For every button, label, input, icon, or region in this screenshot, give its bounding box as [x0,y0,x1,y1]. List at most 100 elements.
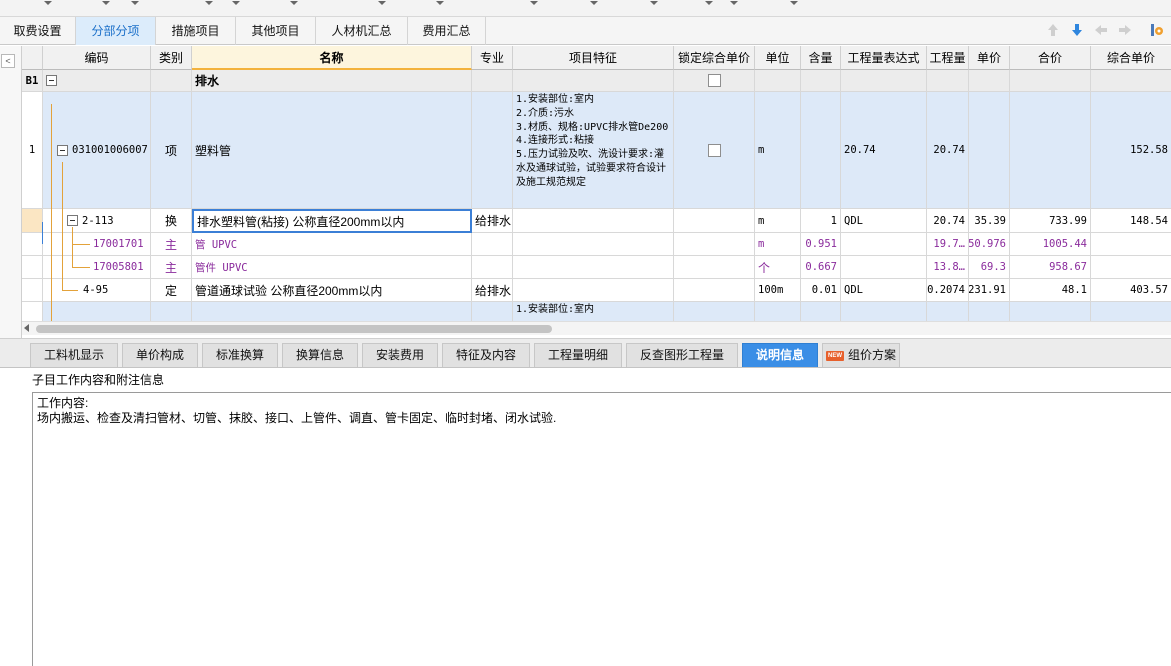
features-cell[interactable] [513,279,674,302]
dropdown-caret-icon[interactable] [530,1,538,5]
tab-features-content[interactable]: 特征及内容 [442,343,530,367]
locked-price-cell[interactable] [674,279,755,302]
header-code[interactable]: 编码 [43,46,151,70]
name-cell[interactable]: 排水塑料管(粘接) 公称直径200mm以内 [192,209,472,233]
unit-cell[interactable]: 个 [755,256,801,279]
expression-cell[interactable] [841,70,927,92]
features-cell[interactable] [513,256,674,279]
features-cell[interactable] [513,233,674,256]
content-cell[interactable] [801,70,841,92]
dropdown-caret-icon[interactable] [705,1,713,5]
quantity-cell[interactable]: 0.2074 [927,279,969,302]
total-price-cell[interactable] [1010,92,1091,209]
header-quantity[interactable]: 工程量 [927,46,969,70]
tab-sub-items[interactable]: 分部分项 [76,17,156,45]
content-cell[interactable] [801,92,841,209]
unit-cell[interactable]: m [755,233,801,256]
total-price-cell[interactable] [1010,302,1091,321]
total-price-cell[interactable]: 1005.44 [1010,233,1091,256]
header-quantity-expression[interactable]: 工程量表达式 [841,46,927,70]
table-row[interactable]: 1.安装部位:室内 [22,302,1171,321]
type-cell[interactable]: 主 [151,233,192,256]
collapse-tree-icon[interactable] [46,75,57,86]
dropdown-caret-icon[interactable] [44,1,52,5]
scroll-thumb[interactable] [36,325,552,333]
table-row[interactable]: 17001701 主 管 UPVC m 0.951 19.7… 50.976 1… [22,233,1171,256]
type-cell[interactable]: 主 [151,256,192,279]
dropdown-caret-icon[interactable] [205,1,213,5]
expression-cell[interactable]: QDL [841,209,927,233]
features-cell[interactable]: 1.安装部位:室内 2.介质:污水 3.材质、规格:UPVC排水管De200 4… [513,92,674,209]
arrow-left-icon[interactable] [1093,22,1109,38]
tab-fee-summary[interactable]: 费用汇总 [408,17,486,45]
tab-reverse-check-quantity[interactable]: 反查图形工程量 [626,343,738,367]
dropdown-caret-icon[interactable] [650,1,658,5]
quantity-cell[interactable]: 20.74 [927,92,969,209]
work-content-textbox[interactable]: 工作内容: 场内搬运、检查及清扫管材、切管、抹胶、接口、上管件、调直、管卡固定、… [32,392,1171,666]
header-specialty[interactable]: 专业 [472,46,513,70]
features-cell[interactable] [513,209,674,233]
code-cell[interactable] [43,70,151,92]
quantity-cell[interactable] [927,70,969,92]
dropdown-caret-icon[interactable] [131,1,139,5]
collapse-tree-icon[interactable] [67,215,78,226]
code-cell[interactable]: 17001701 [43,233,151,256]
dropdown-caret-icon[interactable] [102,1,110,5]
header-name[interactable]: 名称 [192,46,472,70]
dropdown-caret-icon[interactable] [290,1,298,5]
header-unit[interactable]: 单位 [755,46,801,70]
features-cell[interactable] [513,70,674,92]
specialty-cell[interactable] [472,302,513,321]
header-type[interactable]: 类别 [151,46,192,70]
unit-price-cell[interactable]: 35.39 [969,209,1010,233]
arrow-down-icon[interactable] [1069,22,1085,38]
dropdown-caret-icon[interactable] [590,1,598,5]
unit-cell[interactable] [755,70,801,92]
tab-conversion-info[interactable]: 换算信息 [282,343,358,367]
unit-price-cell[interactable]: 69.3 [969,256,1010,279]
dropdown-caret-icon[interactable] [790,1,798,5]
arrow-right-icon[interactable] [1117,22,1133,38]
unit-price-cell[interactable]: 50.976 [969,233,1010,256]
locked-price-cell[interactable] [674,233,755,256]
horizontal-scrollbar[interactable] [22,321,1171,335]
type-cell[interactable]: 定 [151,279,192,302]
specialty-cell[interactable] [472,256,513,279]
tab-labor-material-display[interactable]: 工料机显示 [30,343,118,367]
header-features[interactable]: 项目特征 [513,46,674,70]
code-cell[interactable]: 031001006007 [43,92,151,209]
arrow-up-icon[interactable] [1045,22,1061,38]
table-row[interactable]: 1 031001006007 项 塑料管 1.安装部位:室内 2.介质:污水 3… [22,92,1171,209]
quantity-cell[interactable]: 19.7… [927,233,969,256]
lock-price-checkbox[interactable] [707,74,721,87]
tab-other-items[interactable]: 其他项目 [236,17,316,45]
expression-cell[interactable] [841,233,927,256]
expression-cell[interactable]: 20.74 [841,92,927,209]
specialty-cell[interactable] [472,233,513,256]
locked-price-cell[interactable] [674,209,755,233]
code-cell[interactable]: 4-95 [43,279,151,302]
tab-unit-price-composition[interactable]: 单价构成 [122,343,198,367]
type-cell[interactable] [151,70,192,92]
specialty-cell[interactable] [472,70,513,92]
unit-price-cell[interactable] [969,302,1010,321]
header-locked-price[interactable]: 锁定综合单价 [674,46,755,70]
specialty-cell[interactable]: 给排水 [472,279,513,302]
tab-labor-material-summary[interactable]: 人材机汇总 [316,17,408,45]
total-price-cell[interactable]: 733.99 [1010,209,1091,233]
composite-price-cell[interactable]: 148.54 [1091,209,1171,233]
tab-installation-fee[interactable]: 安装费用 [362,343,438,367]
code-cell[interactable]: 2-113 [43,209,151,233]
expression-cell[interactable]: QDL [841,279,927,302]
content-cell[interactable]: 0.951 [801,233,841,256]
content-cell[interactable]: 1 [801,209,841,233]
expression-cell[interactable] [841,256,927,279]
specialty-cell[interactable] [472,92,513,209]
tab-fee-settings[interactable]: 取费设置 [0,17,76,45]
unit-price-cell[interactable] [969,70,1010,92]
tab-measures[interactable]: 措施项目 [156,17,236,45]
name-cell[interactable]: 管件 UPVC [192,256,472,279]
table-row[interactable]: 17005801 主 管件 UPVC 个 0.667 13.8… 69.3 95… [22,256,1171,279]
composite-price-cell[interactable]: 152.58 [1091,92,1171,209]
unit-cell[interactable] [755,302,801,321]
